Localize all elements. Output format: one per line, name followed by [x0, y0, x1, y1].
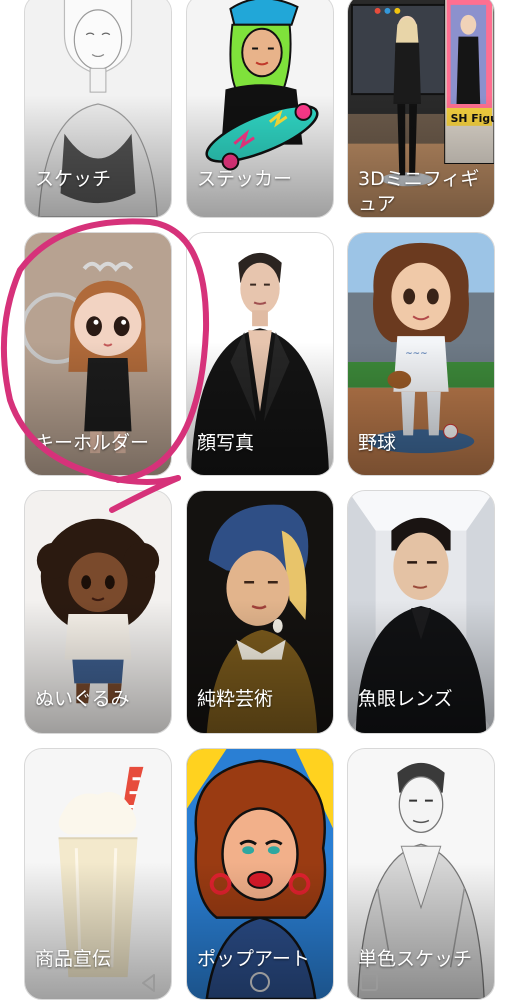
recents-icon[interactable] [358, 971, 380, 993]
style-label: 顔写真 [197, 432, 255, 454]
style-label: ぬいぐるみ [35, 688, 130, 710]
style-card-sticker[interactable]: ステッカー [186, 0, 334, 218]
style-card-keychain[interactable]: キーホルダー [24, 232, 172, 476]
style-card-fisheye[interactable]: 魚眼レンズ [347, 490, 495, 734]
style-card-product-promo[interactable]: 商品宣伝 [24, 748, 172, 1000]
back-icon[interactable] [138, 972, 160, 994]
style-label: スケッチ [35, 168, 112, 190]
style-label: 魚眼レンズ [358, 688, 453, 710]
style-label: キーホルダー [35, 432, 150, 454]
style-label: ステッカー [197, 168, 293, 190]
style-label: 商品宣伝 [35, 948, 112, 970]
style-label: 純粋芸術 [197, 688, 274, 710]
home-icon[interactable] [248, 970, 272, 994]
svg-text:~~~: ~~~ [405, 349, 427, 359]
style-label: ポップアート [197, 948, 310, 970]
style-card-sketch[interactable]: スケッチ [24, 0, 172, 218]
style-label: 3Dミニフィギュア [358, 168, 480, 215]
style-grid: スケッチ ステッカー SH Fig 3Dミニフィギュア キーホルダー 顔写真 ~… [0, 0, 519, 1000]
style-label: 野球 [358, 432, 397, 454]
style-card-plush[interactable]: ぬいぐるみ [24, 490, 172, 734]
style-card-pop-art[interactable]: ポップアート [186, 748, 334, 1000]
svg-text:SH Figuarts: SH Figuarts [451, 112, 494, 125]
style-label: 単色スケッチ [358, 948, 473, 970]
style-card-headshot[interactable]: 顔写真 [186, 232, 334, 476]
style-card-3d-minifigure[interactable]: SH Figuarts 3Dミニフィギュア [347, 0, 495, 218]
style-card-monochrome-sketch[interactable]: 単色スケッチ [347, 748, 495, 1000]
style-card-fine-art[interactable]: 純粋芸術 [186, 490, 334, 734]
style-card-baseball[interactable]: ~~~ 野球 [347, 232, 495, 476]
